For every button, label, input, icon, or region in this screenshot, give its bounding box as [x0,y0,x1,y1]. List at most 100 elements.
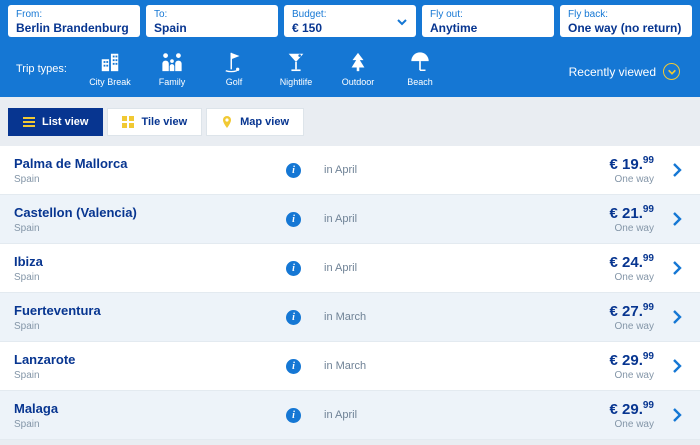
search-header: From: Berlin Brandenburg To: Spain Budge… [0,0,700,97]
fly-out-label: Fly out: [430,8,546,21]
to-field[interactable]: To: Spain [146,5,278,37]
destination-country: Spain [14,223,286,234]
trip-type-label: Outdoor [327,77,389,87]
price: € 29.99 [564,400,654,418]
trip-type-beach[interactable]: Beach [389,49,451,87]
from-field[interactable]: From: Berlin Brandenburg [8,5,140,37]
result-row-palma-de-mallorca[interactable]: Palma de Mallorca Spain i in April € 19.… [0,146,700,195]
fly-back-label: Fly back: [568,8,684,21]
travel-timeframe: in March [324,311,564,323]
to-value: Spain [154,21,270,35]
trip-type-nightlife[interactable]: Nightlife [265,49,327,87]
destination-country: Spain [14,272,286,283]
result-row-castellon[interactable]: Castellon (Valencia) Spain i in April € … [0,195,700,244]
list-icon [23,116,35,128]
result-row-ibiza[interactable]: Ibiza Spain i in April € 24.99 One way [0,244,700,293]
fare-type-label: One way [564,272,654,283]
info-icon[interactable]: i [286,261,301,276]
tab-list-view[interactable]: List view [8,108,103,136]
destination-name: Ibiza [14,254,286,269]
destination-country: Spain [14,174,286,185]
map-pin-icon [221,116,233,128]
tab-label: Tile view [141,116,187,128]
trip-types-label: Trip types: [16,63,67,75]
fly-out-value: Anytime [430,21,546,35]
chevron-right-icon[interactable] [671,162,683,178]
info-icon[interactable]: i [286,408,301,423]
trip-type-outdoor[interactable]: Outdoor [327,49,389,87]
chevron-right-icon[interactable] [671,211,683,227]
info-icon[interactable]: i [286,310,301,325]
budget-label: Budget: [292,8,408,21]
fly-back-value: One way (no return) [568,21,684,35]
result-row-malaga[interactable]: Malaga Spain i in April € 29.99 One way [0,391,700,440]
travel-timeframe: in April [324,164,564,176]
nightlife-icon [265,49,327,73]
chevron-right-icon[interactable] [671,260,683,276]
tile-grid-icon [122,116,134,128]
fare-type-label: One way [564,223,654,234]
destination-name: Lanzarote [14,352,286,367]
tab-label: Map view [240,116,289,128]
results-list: Palma de Mallorca Spain i in April € 19.… [0,146,700,440]
from-value: Berlin Brandenburg [16,21,132,35]
price: € 27.99 [564,302,654,320]
destination-name: Malaga [14,401,286,416]
info-icon[interactable]: i [286,359,301,374]
info-icon[interactable]: i [286,163,301,178]
budget-value: € 150 [292,21,408,35]
fly-back-field[interactable]: Fly back: One way (no return) [560,5,692,37]
view-switcher: List view Tile view Map view [0,97,700,136]
budget-field[interactable]: Budget: € 150 [284,5,416,37]
recently-viewed-toggle[interactable]: Recently viewed [569,63,686,80]
destination-country: Spain [14,370,286,381]
trip-type-label: City Break [79,77,141,87]
fare-type-label: One way [564,370,654,381]
tab-map-view[interactable]: Map view [206,108,304,136]
info-icon[interactable]: i [286,212,301,227]
city-break-icon [79,49,141,73]
result-row-fuerteventura[interactable]: Fuerteventura Spain i in March € 27.99 O… [0,293,700,342]
price: € 19.99 [564,155,654,173]
fare-type-label: One way [564,174,654,185]
fly-out-field[interactable]: Fly out: Anytime [422,5,554,37]
chevron-right-icon[interactable] [671,407,683,423]
trip-type-golf[interactable]: Golf [203,49,265,87]
tab-label: List view [42,116,88,128]
travel-timeframe: in March [324,360,564,372]
tab-tile-view[interactable]: Tile view [107,108,202,136]
destination-name: Palma de Mallorca [14,156,286,171]
chevron-down-circle-icon [663,63,680,80]
from-label: From: [16,8,132,21]
travel-timeframe: in April [324,409,564,421]
chevron-right-icon[interactable] [671,358,683,374]
destination-name: Fuerteventura [14,303,286,318]
price: € 29.99 [564,351,654,369]
trip-type-label: Beach [389,77,451,87]
to-label: To: [154,8,270,21]
chevron-right-icon[interactable] [671,309,683,325]
trip-type-city-break[interactable]: City Break [79,49,141,87]
trip-type-family[interactable]: Family [141,49,203,87]
trip-type-label: Golf [203,77,265,87]
family-icon [141,49,203,73]
golf-icon [203,49,265,73]
search-fields-row: From: Berlin Brandenburg To: Spain Budge… [8,5,692,37]
beach-icon [389,49,451,73]
destination-country: Spain [14,321,286,332]
trip-type-label: Nightlife [265,77,327,87]
trip-type-label: Family [141,77,203,87]
result-row-lanzarote[interactable]: Lanzarote Spain i in March € 29.99 One w… [0,342,700,391]
travel-timeframe: in April [324,262,564,274]
trip-types-row: Trip types: City Break [8,37,692,87]
destination-name: Castellon (Valencia) [14,205,286,220]
price: € 24.99 [564,253,654,271]
recently-viewed-label: Recently viewed [569,65,656,79]
outdoor-icon [327,49,389,73]
chevron-down-icon[interactable] [396,15,408,27]
travel-timeframe: in April [324,213,564,225]
fare-type-label: One way [564,321,654,332]
destination-country: Spain [14,419,286,430]
fare-type-label: One way [564,419,654,430]
price: € 21.99 [564,204,654,222]
